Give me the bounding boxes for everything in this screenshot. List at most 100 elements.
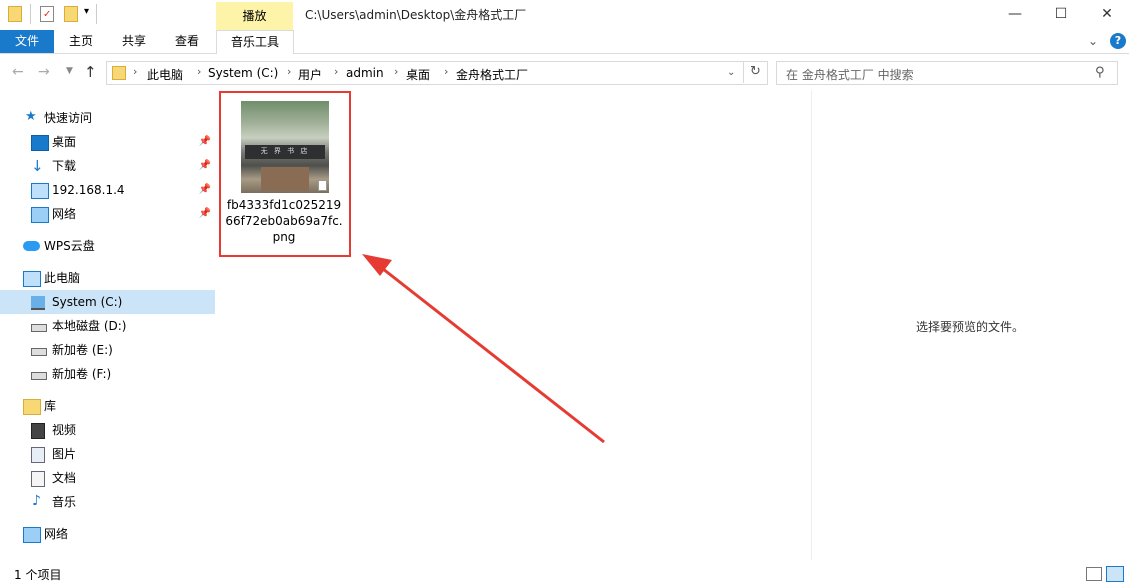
folder-icon bbox=[112, 66, 126, 80]
up-icon[interactable]: ↑ bbox=[84, 63, 97, 81]
chevron-right-icon: › bbox=[133, 65, 138, 78]
back-icon[interactable]: ← bbox=[12, 64, 24, 80]
maximize-button[interactable]: ☐ bbox=[1038, 0, 1084, 30]
tab-music-tools[interactable]: 音乐工具 bbox=[216, 30, 294, 54]
nav-label: 视频 bbox=[52, 423, 77, 437]
pin-icon: 📌 bbox=[198, 208, 211, 219]
search-input[interactable]: 在 金舟格式工厂 中搜索 ⚲ bbox=[776, 61, 1118, 85]
nav-item-network-pinned[interactable]: 网络 📌 bbox=[0, 202, 215, 226]
close-button[interactable]: ✕ bbox=[1084, 0, 1129, 30]
nav-item-network-share[interactable]: 192.168.1.4 📌 bbox=[0, 178, 215, 202]
nav-quick-access[interactable]: ★ 快速访问 bbox=[0, 106, 215, 130]
picture-icon bbox=[31, 447, 45, 463]
library-icon bbox=[23, 399, 41, 415]
nav-label: 文档 bbox=[52, 471, 77, 485]
desktop-icon bbox=[31, 135, 49, 151]
drive-icon bbox=[31, 372, 47, 380]
music-icon: ♪ bbox=[32, 493, 41, 509]
refresh-button[interactable]: ↻ bbox=[743, 61, 767, 83]
tab-home[interactable]: 主页 bbox=[58, 30, 104, 53]
chevron-right-icon: › bbox=[444, 65, 449, 78]
file-item[interactable]: 无 界 书 店 fb4333fd1c02521966f72eb0ab69a7fc… bbox=[219, 91, 351, 257]
nav-library-pictures[interactable]: 图片 bbox=[0, 442, 215, 466]
system-drive-icon bbox=[31, 296, 45, 310]
search-placeholder: 在 金舟格式工厂 中搜索 bbox=[786, 68, 914, 82]
nav-label: 库 bbox=[44, 399, 57, 413]
nav-library-videos[interactable]: 视频 bbox=[0, 418, 215, 442]
window-title: C:\Users\admin\Desktop\金舟格式工厂 bbox=[305, 8, 527, 22]
recent-locations-icon[interactable]: ▼ bbox=[66, 66, 73, 76]
monitor-icon bbox=[31, 183, 49, 199]
drive-icon bbox=[31, 348, 47, 356]
chevron-right-icon: › bbox=[394, 65, 399, 78]
tab-file[interactable]: 文件 bbox=[0, 30, 54, 53]
details-view-icon[interactable] bbox=[1086, 567, 1102, 581]
quick-access-dropdown-icon[interactable]: ▾ bbox=[84, 6, 89, 17]
nav-label: 此电脑 bbox=[44, 271, 81, 285]
nav-label: 桌面 bbox=[52, 135, 77, 149]
network-icon bbox=[23, 527, 41, 543]
new-folder-icon[interactable] bbox=[64, 6, 78, 22]
large-icons-view-icon[interactable] bbox=[1106, 566, 1124, 582]
refresh-icon: ↻ bbox=[750, 64, 761, 79]
nav-label: System (C:) bbox=[52, 295, 123, 309]
crumb-desktop[interactable]: 桌面 bbox=[406, 66, 430, 83]
crumb-current-folder[interactable]: 金舟格式工厂 bbox=[456, 66, 528, 83]
title-bar: ✓ ▾ 播放 C:\Users\admin\Desktop\金舟格式工厂 — ☐… bbox=[0, 0, 1129, 30]
thumbnail-door bbox=[261, 167, 309, 191]
nav-label: 下载 bbox=[52, 159, 77, 173]
cloud-icon bbox=[23, 241, 40, 251]
nav-drive-e[interactable]: 新加卷 (E:) bbox=[0, 338, 215, 362]
pin-icon: 📌 bbox=[198, 184, 211, 195]
nav-label: 网络 bbox=[44, 527, 69, 541]
nav-label: 本地磁盘 (D:) bbox=[52, 319, 127, 333]
computer-icon bbox=[23, 271, 41, 287]
crumb-users[interactable]: 用户 bbox=[298, 66, 322, 83]
help-icon[interactable]: ? bbox=[1110, 33, 1126, 49]
preview-message: 选择要预览的文件。 bbox=[915, 320, 1024, 334]
nav-wps-cloud[interactable]: WPS云盘 bbox=[0, 234, 215, 258]
video-icon bbox=[31, 423, 45, 439]
nav-drive-f[interactable]: 新加卷 (F:) bbox=[0, 362, 215, 386]
document-icon bbox=[31, 471, 45, 487]
address-bar[interactable]: › 此电脑 › System (C:) › 用户 › admin › 桌面 › … bbox=[106, 61, 768, 85]
drive-icon bbox=[31, 324, 47, 332]
nav-drive-d[interactable]: 本地磁盘 (D:) bbox=[0, 314, 215, 338]
properties-icon[interactable]: ✓ bbox=[40, 6, 54, 22]
nav-drive-c[interactable]: System (C:) bbox=[0, 290, 215, 314]
nav-item-desktop[interactable]: 桌面 📌 bbox=[0, 130, 215, 154]
nav-library[interactable]: 库 bbox=[0, 394, 215, 418]
context-tab-play[interactable]: 播放 bbox=[216, 2, 293, 30]
ribbon-tabs: 文件 主页 共享 查看 音乐工具 ⌄ ? bbox=[0, 30, 1129, 54]
folder-icon[interactable] bbox=[8, 6, 22, 22]
nav-label: 新加卷 (F:) bbox=[52, 367, 112, 381]
download-icon: ↓ bbox=[31, 157, 44, 175]
nav-this-pc[interactable]: 此电脑 bbox=[0, 266, 215, 290]
nav-item-downloads[interactable]: ↓ 下载 📌 bbox=[0, 154, 215, 178]
crumb-system-c[interactable]: System (C:) bbox=[208, 66, 278, 80]
thumbnail-sign-text: 无 界 书 店 bbox=[260, 147, 310, 155]
crumb-admin[interactable]: admin bbox=[346, 66, 384, 80]
crumb-this-pc[interactable]: 此电脑 bbox=[147, 66, 183, 83]
image-thumbnail: 无 界 书 店 bbox=[241, 101, 329, 193]
nav-library-documents[interactable]: 文档 bbox=[0, 466, 215, 490]
chevron-right-icon: › bbox=[334, 65, 339, 78]
forward-icon[interactable]: → bbox=[38, 64, 50, 80]
thumbnail-sign: 无 界 书 店 bbox=[245, 145, 325, 159]
nav-label: WPS云盘 bbox=[44, 239, 95, 253]
chevron-right-icon: › bbox=[287, 65, 292, 78]
ribbon-expand-icon[interactable]: ⌄ bbox=[1088, 34, 1098, 48]
nav-network[interactable]: 网络 bbox=[0, 522, 215, 546]
divider bbox=[96, 4, 97, 24]
divider bbox=[30, 4, 31, 24]
minimize-button[interactable]: — bbox=[992, 0, 1038, 30]
search-icon[interactable]: ⚲ bbox=[1095, 65, 1105, 80]
address-dropdown-icon[interactable]: ⌄ bbox=[727, 67, 735, 78]
tab-share[interactable]: 共享 bbox=[110, 30, 158, 53]
nav-library-music[interactable]: ♪ 音乐 bbox=[0, 490, 215, 514]
nav-label: 快速访问 bbox=[44, 111, 93, 125]
tab-view[interactable]: 查看 bbox=[162, 30, 212, 53]
file-type-badge-icon bbox=[318, 180, 327, 191]
file-name: fb4333fd1c02521966f72eb0ab69a7fc.png bbox=[225, 198, 343, 244]
nav-label: 新加卷 (E:) bbox=[52, 343, 113, 357]
